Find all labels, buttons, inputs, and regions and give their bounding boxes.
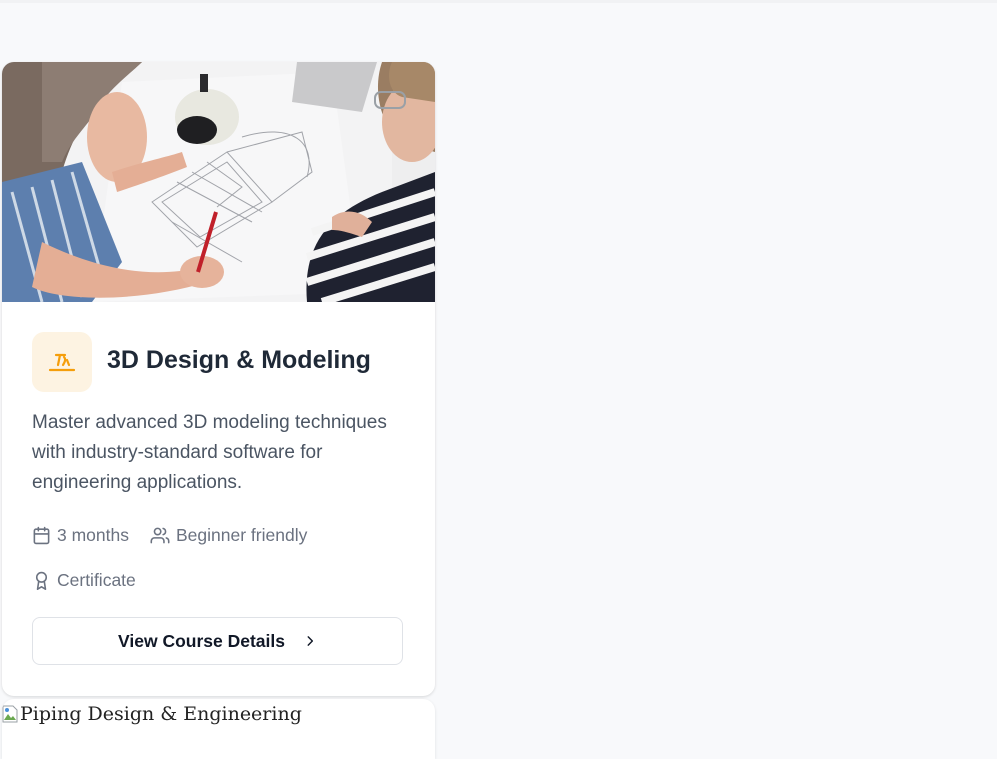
users-icon [150, 527, 170, 544]
view-course-details-label: View Course Details [118, 630, 285, 651]
certificate-label: Certificate [57, 570, 136, 590]
view-course-details-button[interactable]: View Course Details [32, 617, 403, 665]
next-course-card: Piping Design & Engineering [2, 699, 435, 759]
chevron-right-icon [307, 636, 314, 646]
course-duration: 3 months [32, 525, 129, 546]
duration-label: 3 months [57, 525, 129, 545]
course-description: Master advanced 3D modeling techniques w… [32, 412, 387, 493]
level-label: Beginner friendly [176, 525, 308, 545]
course-image [2, 62, 435, 302]
calendar-icon [33, 526, 50, 545]
award-icon [35, 571, 48, 590]
course-card: 3D Design & Modeling Master advanced 3D … [2, 62, 435, 696]
broken-course-image: Piping Design & Engineering [2, 703, 302, 725]
broken-image-alt-text: Piping Design & Engineering [20, 703, 302, 725]
course-certificate: Certificate [32, 570, 136, 591]
course-level: Beginner friendly [150, 525, 307, 546]
top-strip [0, 0, 997, 3]
course-title: 3D Design & Modeling [107, 346, 371, 374]
3d-design-icon [32, 332, 92, 392]
broken-image-icon [2, 705, 18, 723]
